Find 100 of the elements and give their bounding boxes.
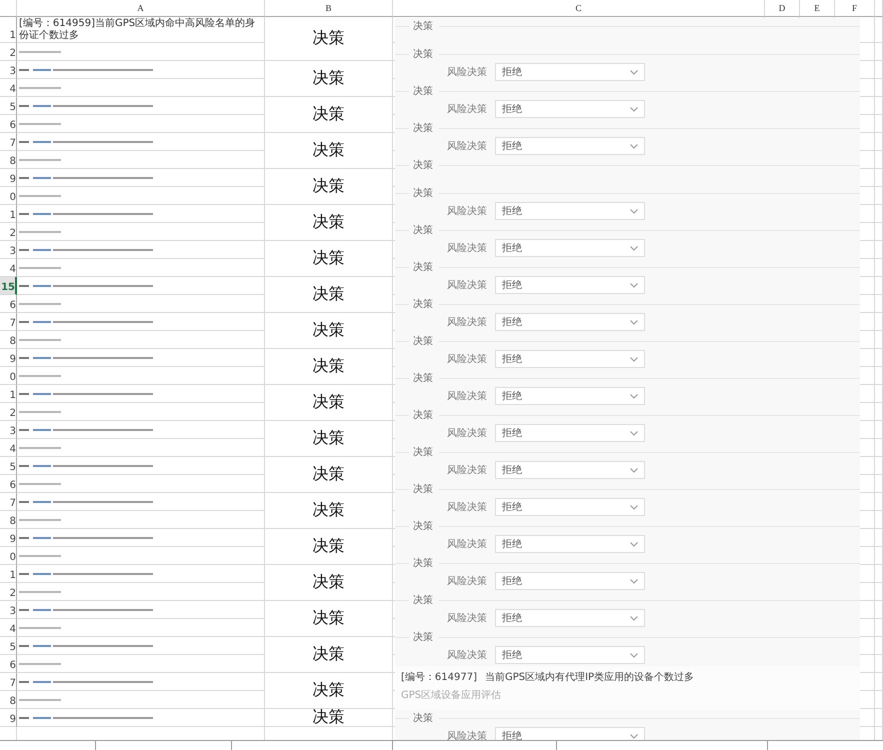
- cell-text: [编号：614959]当前GPS区域内命中高风险名单的身份证个数过多: [19, 18, 256, 42]
- row-number[interactable]: 1: [10, 210, 16, 221]
- field-label: 风险决策: [446, 278, 487, 292]
- row-number[interactable]: 9: [10, 534, 16, 545]
- row-number[interactable]: 8: [10, 336, 16, 347]
- chevron-down-icon: [630, 320, 638, 324]
- decision-select[interactable]: 拒绝: [495, 609, 645, 627]
- row-number[interactable]: 6: [10, 480, 16, 491]
- row-number[interactable]: 6: [10, 300, 16, 311]
- row-number[interactable]: 0: [10, 192, 16, 203]
- row-number[interactable]: 5: [10, 462, 16, 473]
- field-label: 风险决策: [446, 204, 487, 218]
- cell-text: 决策: [312, 464, 344, 485]
- row-number[interactable]: 1: [10, 390, 16, 401]
- cell-text: 决策: [312, 140, 344, 161]
- cell-text: 决策: [312, 536, 344, 557]
- chevron-down-icon: [630, 652, 638, 658]
- section-legend: 决策: [413, 47, 433, 61]
- decision-select[interactable]: 拒绝: [495, 646, 645, 664]
- row-number[interactable]: 3: [10, 66, 16, 77]
- row-number[interactable]: 4: [10, 444, 16, 455]
- row-number[interactable]: 0: [10, 552, 16, 563]
- decision-select[interactable]: 拒绝: [495, 276, 645, 294]
- decision-select[interactable]: 拒绝: [495, 63, 645, 81]
- section-legend: 决策: [413, 482, 433, 496]
- field-label: 风险决策: [446, 390, 487, 403]
- field-label: 风险决策: [446, 102, 487, 116]
- row-number[interactable]: 2: [10, 228, 16, 239]
- chevron-down-icon: [630, 282, 638, 288]
- row-number[interactable]: 4: [10, 84, 16, 95]
- section-legend: 决策: [413, 519, 433, 533]
- row-number[interactable]: 7: [10, 138, 16, 149]
- decision-select[interactable]: 拒绝: [495, 572, 645, 590]
- row-number[interactable]: 3: [10, 246, 16, 257]
- decision-select[interactable]: 拒绝: [495, 313, 645, 331]
- section-legend: 决策: [413, 19, 433, 33]
- section-legend: 决策: [413, 84, 433, 98]
- decision-select[interactable]: 拒绝: [495, 535, 645, 553]
- row-number[interactable]: 1: [10, 30, 16, 41]
- chevron-down-icon: [630, 144, 638, 148]
- row-number[interactable]: 4: [10, 624, 16, 635]
- chevron-down-icon: [630, 70, 638, 74]
- row-number[interactable]: 6: [10, 660, 16, 671]
- column-header: E: [814, 3, 820, 13]
- row-number[interactable]: 5: [10, 102, 16, 113]
- section-legend: 决策: [413, 556, 433, 570]
- decision-select[interactable]: 拒绝: [495, 387, 645, 405]
- cell-text: 决策: [312, 320, 344, 341]
- cell-text: 决策: [312, 680, 344, 701]
- row-number[interactable]: 3: [10, 606, 16, 617]
- row-number[interactable]: 9: [10, 174, 16, 185]
- select-all-corner[interactable]: [0, 0, 17, 17]
- section-legend: 决策: [413, 408, 433, 422]
- decision-select[interactable]: 拒绝: [495, 424, 645, 442]
- section-legend: 决策: [413, 223, 433, 237]
- row-number[interactable]: 7: [10, 678, 16, 689]
- cell-text: 决策: [312, 68, 344, 89]
- row-number[interactable]: 3: [10, 426, 16, 437]
- row-number[interactable]: 2: [10, 48, 16, 59]
- section-legend: 决策: [413, 334, 433, 348]
- section-legend: 决策: [413, 186, 433, 200]
- cell-text: 决策: [312, 356, 344, 377]
- cell-text: 决策: [312, 644, 344, 665]
- column-header: D: [778, 3, 786, 13]
- field-label: 风险决策: [446, 242, 487, 255]
- row-number[interactable]: 8: [10, 696, 16, 707]
- row-number[interactable]: 2: [10, 588, 16, 599]
- decision-select[interactable]: 拒绝: [495, 461, 645, 479]
- row-number[interactable]: 7: [10, 498, 16, 509]
- decision-select[interactable]: 拒绝: [495, 202, 645, 220]
- row-number[interactable]: 9: [10, 354, 16, 365]
- row-number[interactable]: 7: [10, 318, 16, 329]
- field-label: 风险决策: [446, 140, 487, 153]
- row-number[interactable]: 4: [10, 264, 16, 275]
- chevron-down-icon: [630, 616, 638, 620]
- decision-select[interactable]: 拒绝: [495, 350, 645, 368]
- row-number[interactable]: 6: [10, 120, 16, 131]
- section-legend: 决策: [413, 158, 433, 172]
- row-number[interactable]: 8: [10, 516, 16, 527]
- field-label: 风险决策: [446, 464, 487, 477]
- row-number[interactable]: 8: [10, 156, 16, 167]
- column-header: A: [137, 3, 144, 13]
- row-number[interactable]: 1: [10, 570, 16, 581]
- rule-subtitle: GPS区域设备应用评估: [401, 688, 502, 702]
- decision-select[interactable]: 拒绝: [495, 498, 645, 516]
- field-label: 风险决策: [446, 612, 487, 625]
- chevron-down-icon: [630, 430, 638, 436]
- row-number[interactable]: 2: [10, 408, 16, 419]
- decision-select[interactable]: 拒绝: [495, 100, 645, 118]
- field-label: 风险决策: [446, 574, 487, 588]
- row-number[interactable]: 5: [10, 642, 16, 653]
- row-number[interactable]: 9: [10, 714, 16, 725]
- row-number[interactable]: 0: [10, 372, 16, 383]
- cell-text: 决策: [312, 284, 344, 305]
- field-label: 风险决策: [446, 316, 487, 329]
- decision-select[interactable]: 拒绝: [495, 137, 645, 155]
- chevron-down-icon: [630, 106, 638, 112]
- section-legend: 决策: [413, 630, 433, 644]
- decision-select[interactable]: 拒绝: [495, 239, 645, 257]
- field-label: 风险决策: [446, 538, 487, 551]
